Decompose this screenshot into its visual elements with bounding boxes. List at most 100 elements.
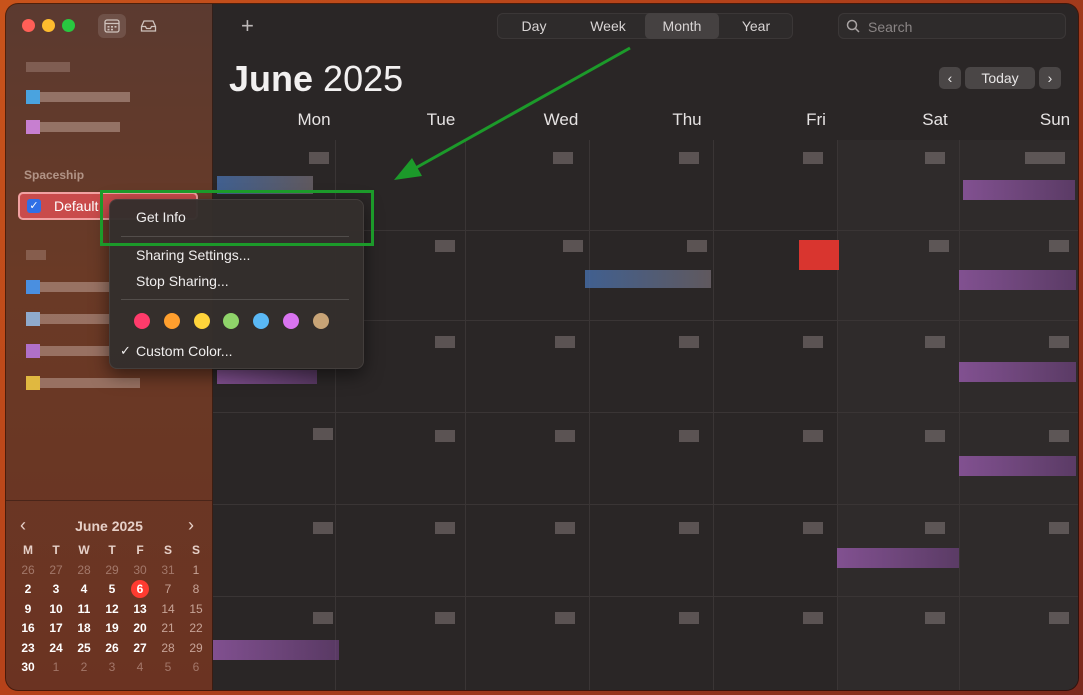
annotation-highlight-box bbox=[100, 190, 374, 246]
mini-day[interactable]: 29 bbox=[182, 639, 210, 659]
mini-day[interactable]: 3 bbox=[42, 580, 70, 600]
mini-weekday-header: S bbox=[163, 543, 172, 557]
mini-day[interactable]: 7 bbox=[154, 580, 182, 600]
mini-day[interactable]: 18 bbox=[70, 619, 98, 639]
grid-line bbox=[213, 504, 1078, 505]
weekday-header: Sun bbox=[1039, 110, 1071, 129]
mini-day[interactable]: 17 bbox=[42, 619, 70, 639]
obscured-day-number bbox=[313, 522, 333, 534]
color-swatch-blue[interactable] bbox=[253, 313, 269, 329]
mini-day[interactable]: 2 bbox=[14, 580, 42, 600]
menu-item-stop-sharing[interactable]: Stop Sharing... bbox=[136, 273, 229, 289]
section-title: Spaceship bbox=[24, 168, 85, 182]
obscured-day-number bbox=[435, 522, 455, 534]
mini-day[interactable]: 26 bbox=[98, 639, 126, 659]
mini-day[interactable]: 5 bbox=[98, 580, 126, 600]
menu-item-sharing-settings[interactable]: Sharing Settings... bbox=[136, 247, 250, 263]
calendar-item-label: Default bbox=[54, 198, 99, 214]
mini-day[interactable]: 12 bbox=[98, 600, 126, 620]
mini-day[interactable]: 6 bbox=[182, 658, 210, 678]
mini-day[interactable]: 22 bbox=[182, 619, 210, 639]
search-field[interactable] bbox=[838, 13, 1066, 39]
mini-next-month-button[interactable]: › bbox=[188, 515, 194, 536]
obscured-day-number bbox=[435, 336, 455, 348]
add-event-button[interactable]: + bbox=[241, 13, 254, 39]
checkbox-checked-icon[interactable]: ✓ bbox=[27, 199, 41, 213]
mini-day[interactable]: 1 bbox=[182, 561, 210, 581]
mini-day[interactable]: 8 bbox=[182, 580, 210, 600]
mini-weekday-header: F bbox=[136, 543, 144, 557]
mini-day[interactable]: 31 bbox=[154, 561, 182, 581]
color-swatch-yellow[interactable] bbox=[194, 313, 210, 329]
obscured-event[interactable] bbox=[585, 270, 711, 288]
previous-month-button[interactable]: ‹ bbox=[939, 67, 961, 89]
close-window-button[interactable] bbox=[22, 19, 35, 32]
color-swatch-orange[interactable] bbox=[164, 313, 180, 329]
grid-line bbox=[713, 140, 714, 690]
color-swatch-brown[interactable] bbox=[313, 313, 329, 329]
obscured-day-number bbox=[1049, 240, 1069, 252]
obscured-day-number bbox=[803, 522, 823, 534]
today-button[interactable]: Today bbox=[965, 67, 1035, 89]
obscured-day-number bbox=[803, 612, 823, 624]
obscured-day-number bbox=[555, 336, 575, 348]
inbox-icon[interactable] bbox=[134, 14, 162, 38]
mini-day[interactable]: 11 bbox=[70, 600, 98, 620]
view-month-tab[interactable]: Month bbox=[645, 13, 719, 39]
view-day-tab[interactable]: Day bbox=[497, 13, 571, 39]
color-swatch-purple[interactable] bbox=[283, 313, 299, 329]
mini-day[interactable]: 4 bbox=[126, 658, 154, 678]
mini-day[interactable]: 24 bbox=[42, 639, 70, 659]
view-week-tab[interactable]: Week bbox=[571, 13, 645, 39]
mini-day[interactable]: 1 bbox=[42, 658, 70, 678]
mini-day[interactable]: 30 bbox=[126, 561, 154, 581]
mini-day[interactable]: 28 bbox=[154, 639, 182, 659]
mini-day-today[interactable]: 6 bbox=[126, 580, 154, 600]
obscured-event[interactable] bbox=[959, 456, 1076, 476]
mini-day[interactable]: 27 bbox=[42, 561, 70, 581]
obscured-event[interactable] bbox=[213, 640, 339, 660]
view-year-tab[interactable]: Year bbox=[719, 13, 793, 39]
obscured-event[interactable] bbox=[959, 362, 1076, 382]
color-swatch-green[interactable] bbox=[223, 313, 239, 329]
mini-day[interactable]: 20 bbox=[126, 619, 154, 639]
calendar-list-icon[interactable] bbox=[98, 14, 126, 38]
mini-day[interactable]: 10 bbox=[42, 600, 70, 620]
mini-day[interactable]: 5 bbox=[154, 658, 182, 678]
obscured-event[interactable] bbox=[959, 270, 1076, 290]
mini-day[interactable]: 16 bbox=[14, 619, 42, 639]
obscured-day-number bbox=[679, 430, 699, 442]
weekday-header: Mon bbox=[297, 110, 331, 129]
mini-day[interactable]: 15 bbox=[182, 600, 210, 620]
obscured-event[interactable] bbox=[217, 370, 317, 384]
mini-calendar-title: June 2025 bbox=[75, 518, 143, 534]
next-month-button[interactable]: › bbox=[1039, 67, 1061, 89]
menu-item-custom-color[interactable]: Custom Color... bbox=[136, 343, 232, 359]
mini-day[interactable]: 25 bbox=[70, 639, 98, 659]
mini-day[interactable]: 29 bbox=[98, 561, 126, 581]
mini-weekday-header: T bbox=[108, 543, 116, 557]
zoom-window-button[interactable] bbox=[62, 19, 75, 32]
mini-day[interactable]: 21 bbox=[154, 619, 182, 639]
mini-day[interactable]: 27 bbox=[126, 639, 154, 659]
mini-day[interactable]: 13 bbox=[126, 600, 154, 620]
minimize-window-button[interactable] bbox=[42, 19, 55, 32]
mini-day[interactable]: 28 bbox=[70, 561, 98, 581]
mini-day[interactable]: 30 bbox=[14, 658, 42, 678]
mini-day[interactable]: 23 bbox=[14, 639, 42, 659]
obscured-day-number bbox=[925, 430, 945, 442]
color-swatch-red[interactable] bbox=[134, 313, 150, 329]
obscured-event[interactable] bbox=[837, 548, 959, 568]
mini-day[interactable]: 4 bbox=[70, 580, 98, 600]
mini-day[interactable]: 2 bbox=[70, 658, 98, 678]
search-input[interactable] bbox=[866, 16, 1060, 38]
mini-day[interactable]: 14 bbox=[154, 600, 182, 620]
obscured-event[interactable] bbox=[963, 180, 1075, 200]
mini-day[interactable]: 3 bbox=[98, 658, 126, 678]
mini-day[interactable]: 9 bbox=[14, 600, 42, 620]
mini-day[interactable]: 26 bbox=[14, 561, 42, 581]
search-icon bbox=[846, 19, 860, 33]
mini-day[interactable]: 19 bbox=[98, 619, 126, 639]
today-marker[interactable] bbox=[799, 240, 839, 270]
page-title: June 2025 bbox=[229, 58, 403, 100]
